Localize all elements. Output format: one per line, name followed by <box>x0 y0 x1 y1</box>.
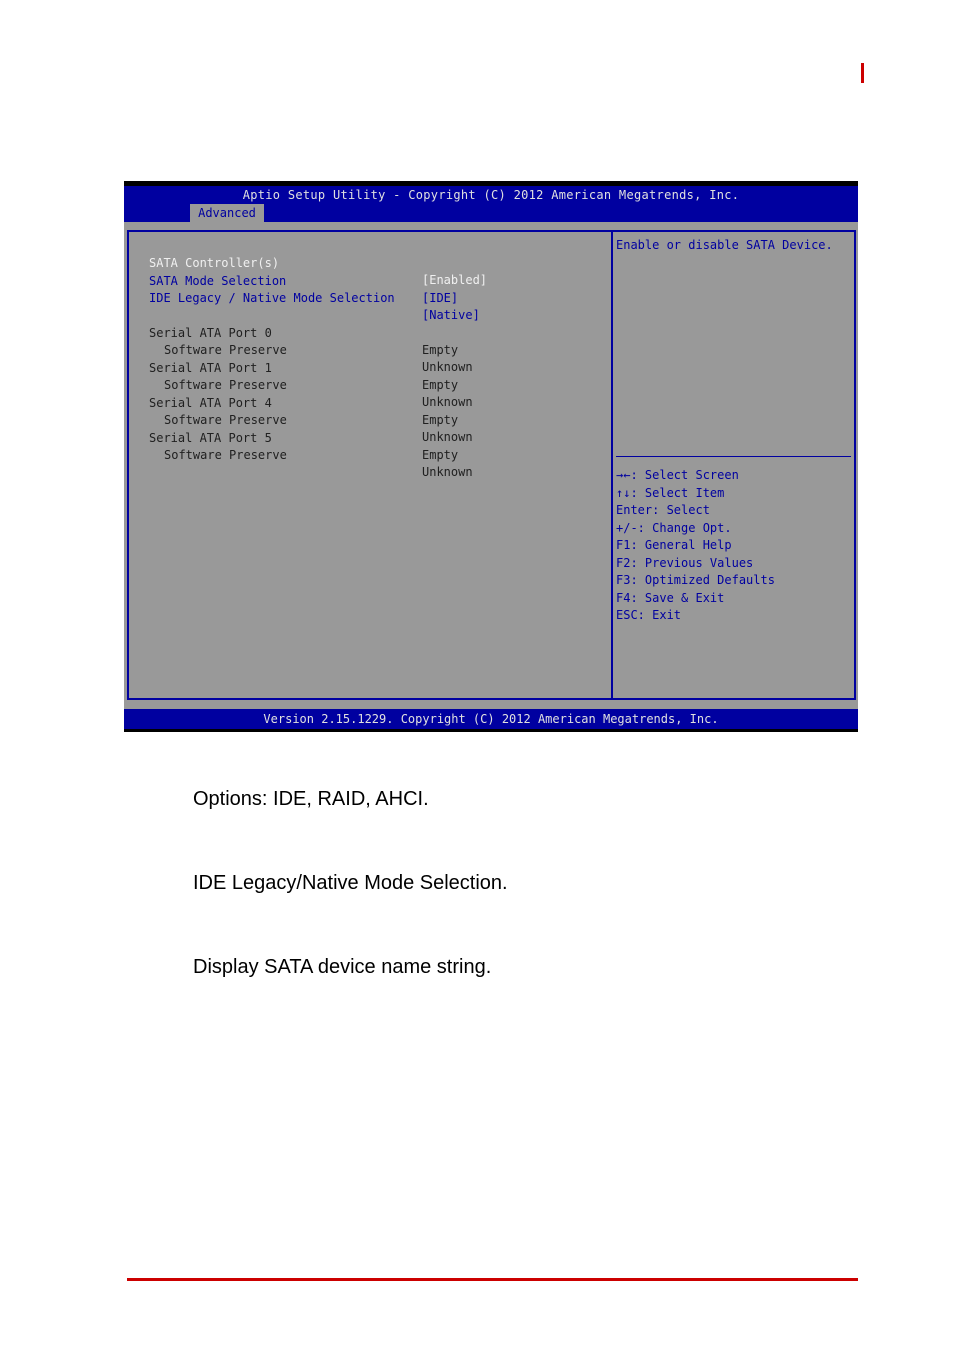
bios-title-bar: Aptio Setup Utility - Copyright (C) 2012… <box>124 186 858 222</box>
port-value: Unknown <box>422 430 473 444</box>
help-text: Enable or disable SATA Device. <box>616 238 833 252</box>
tab-advanced[interactable]: Advanced <box>190 204 264 222</box>
key-previous-values: F2: Previous Values <box>616 555 754 570</box>
setting-value: [IDE] <box>422 291 459 305</box>
bios-bottom-border <box>124 729 858 732</box>
description-ide-mode: IDE Legacy/Native Mode Selection. <box>193 872 508 894</box>
setting-ide-legacy-native-mode[interactable]: IDE Legacy / Native Mode Selection [Nati… <box>149 273 480 322</box>
key-optimized-defaults: F3: Optimized Defaults <box>616 573 775 587</box>
header-accent-mark <box>861 63 864 83</box>
port-value: Empty <box>422 413 459 427</box>
help-panel: Enable or disable SATA Device. →←: Selec… <box>612 230 856 700</box>
footer-rule <box>127 1278 858 1281</box>
port-value: Empty <box>422 343 459 357</box>
bios-title: Aptio Setup Utility - Copyright (C) 2012… <box>242 188 740 202</box>
port-value: Unknown <box>422 395 473 409</box>
setting-label: IDE Legacy / Native Mode Selection <box>149 291 395 305</box>
key-select-item: ↑↓: Select Item <box>616 485 725 500</box>
port-row: Software Preserve Unknown <box>149 360 473 409</box>
key-enter-select: Enter: Select <box>616 503 710 517</box>
key-save-exit: F4: Save & Exit <box>616 590 725 605</box>
bios-footer: Version 2.15.1229. Copyright (C) 2012 Am… <box>124 709 858 729</box>
port-label: Software Preserve <box>164 448 287 462</box>
bios-screenshot: Aptio Setup Utility - Copyright (C) 2012… <box>124 181 858 732</box>
port-value: Empty <box>422 378 459 392</box>
setting-sata-mode-selection[interactable]: SATA Mode Selection [IDE] <box>149 256 458 305</box>
port-value: Empty <box>422 448 459 462</box>
setting-value: [Native] <box>422 308 480 322</box>
port-row: Serial ATA Port 5 Empty <box>149 413 458 462</box>
port-row: Serial ATA Port 4 Empty <box>149 378 458 427</box>
port-row: Software Preserve Unknown <box>149 395 473 444</box>
key-legend: →←: Select Screen ↑↓: Select Item Enter:… <box>616 467 775 625</box>
port-value: Unknown <box>422 465 473 479</box>
settings-panel: SATA Controller(s) [Enabled] SATA Mode S… <box>127 230 612 700</box>
port-value: Unknown <box>422 360 473 374</box>
description-sata-mode: Options: IDE, RAID, AHCI. <box>193 788 429 810</box>
setting-sata-controllers[interactable]: SATA Controller(s) [Enabled] <box>149 238 487 287</box>
key-esc-exit: ESC: Exit <box>616 608 682 622</box>
key-change-opt: +/-: Change Opt. <box>616 520 732 535</box>
port-row: Serial ATA Port 0 Empty <box>149 308 458 357</box>
port-row: Software Preserve Unknown <box>149 430 473 479</box>
port-row: Software Preserve Unknown <box>149 325 473 374</box>
port-row: Serial ATA Port 1 Empty <box>149 343 458 392</box>
description-sata-port: Display SATA device name string. <box>193 956 492 978</box>
setting-value: [Enabled] <box>422 273 488 287</box>
key-select-screen: →←: Select Screen <box>616 468 739 482</box>
key-general-help: F1: General Help <box>616 538 732 552</box>
help-divider <box>616 456 851 457</box>
